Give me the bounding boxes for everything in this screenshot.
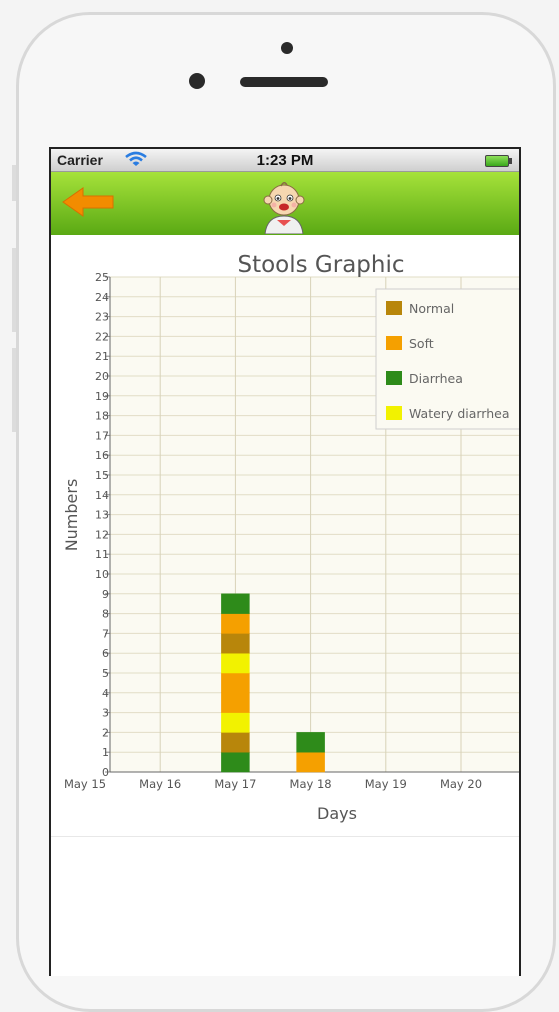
stools-chart: 0 1 2 3 4 5 6 7 8 9 10 11 12 13 14 15 16 17 18 19 20 21 22 23 24…	[51, 236, 519, 836]
y-tick-label: 9	[102, 588, 109, 601]
y-tick-label: 15	[95, 469, 109, 482]
y-tick-label: 6	[102, 647, 109, 660]
y-tick-label: 17	[95, 429, 109, 442]
bar-segment	[221, 751, 250, 773]
y-tick-label: 7	[102, 627, 109, 640]
y-tick-label: 2	[102, 726, 109, 739]
y-tick-label: 18	[95, 410, 109, 423]
x-tick-label: May 18	[290, 777, 332, 791]
y-tick-label: 11	[95, 548, 109, 561]
bar-segment	[296, 732, 325, 753]
x-tick-label: May 19	[365, 777, 407, 791]
y-tick-label: 16	[95, 449, 109, 462]
battery-icon	[485, 155, 512, 167]
y-tick-label: 4	[102, 687, 109, 700]
bar-segment	[221, 613, 250, 634]
earpiece-speaker	[240, 77, 328, 87]
y-tick-label: 3	[102, 707, 109, 720]
status-bar: Carrier 1:23 PM	[51, 149, 519, 172]
stools-chart-svg: 0123456789101112131415161718192021222324…	[62, 252, 519, 823]
bar-segment	[221, 692, 250, 713]
y-axis-label: Numbers	[62, 479, 81, 552]
legend-label: Watery diarrhea	[409, 406, 510, 421]
status-time: 1:23 PM	[256, 152, 314, 169]
y-tick-label: 12	[95, 528, 109, 541]
y-tick-label: 13	[95, 509, 109, 522]
baby-face-icon	[263, 182, 305, 234]
y-tick-label: 10	[95, 568, 109, 581]
x-axis-label: Days	[317, 804, 357, 823]
y-tick-label: 8	[102, 608, 109, 621]
y-tick-label: 14	[95, 489, 109, 502]
app-screen: Carrier 1:23 PM 01234567 8 9 10 11 12 13…	[49, 147, 521, 976]
legend-swatch	[386, 336, 402, 350]
y-tick-label: 1	[102, 746, 109, 759]
chart-title: Stools Graphic	[237, 252, 404, 278]
y-tick-label: 5	[102, 667, 109, 680]
proximity-sensor	[189, 73, 205, 89]
y-tick-label: 23	[95, 311, 109, 324]
bar-segment	[221, 712, 250, 733]
y-tick-label: 22	[95, 330, 109, 343]
bar-segment	[296, 751, 325, 773]
x-tick-label: May 15	[64, 777, 106, 791]
nav-bar	[51, 172, 519, 235]
bar-segment	[221, 732, 250, 753]
legend-swatch	[386, 371, 402, 385]
bar-segment	[221, 593, 250, 614]
x-tick-label: May 17	[214, 777, 256, 791]
legend-label: Soft	[409, 336, 434, 351]
content-divider	[51, 836, 519, 837]
y-tick-label: 21	[95, 350, 109, 363]
y-tick-label: 20	[95, 370, 109, 383]
front-camera	[281, 42, 293, 54]
legend-label: Normal	[409, 301, 454, 316]
x-tick-label: May 20	[440, 777, 482, 791]
legend-swatch	[386, 301, 402, 315]
bar-segment	[221, 633, 250, 654]
back-arrow-icon[interactable]	[59, 182, 119, 222]
y-tick-label: 19	[95, 390, 109, 403]
legend-swatch	[386, 406, 402, 420]
bar-segment	[221, 652, 250, 674]
y-tick-label: 25	[95, 271, 109, 284]
x-tick-label: May 16	[139, 777, 181, 791]
legend-label: Diarrhea	[409, 371, 463, 386]
bar-segment	[221, 672, 250, 694]
y-tick-label: 24	[95, 291, 109, 304]
